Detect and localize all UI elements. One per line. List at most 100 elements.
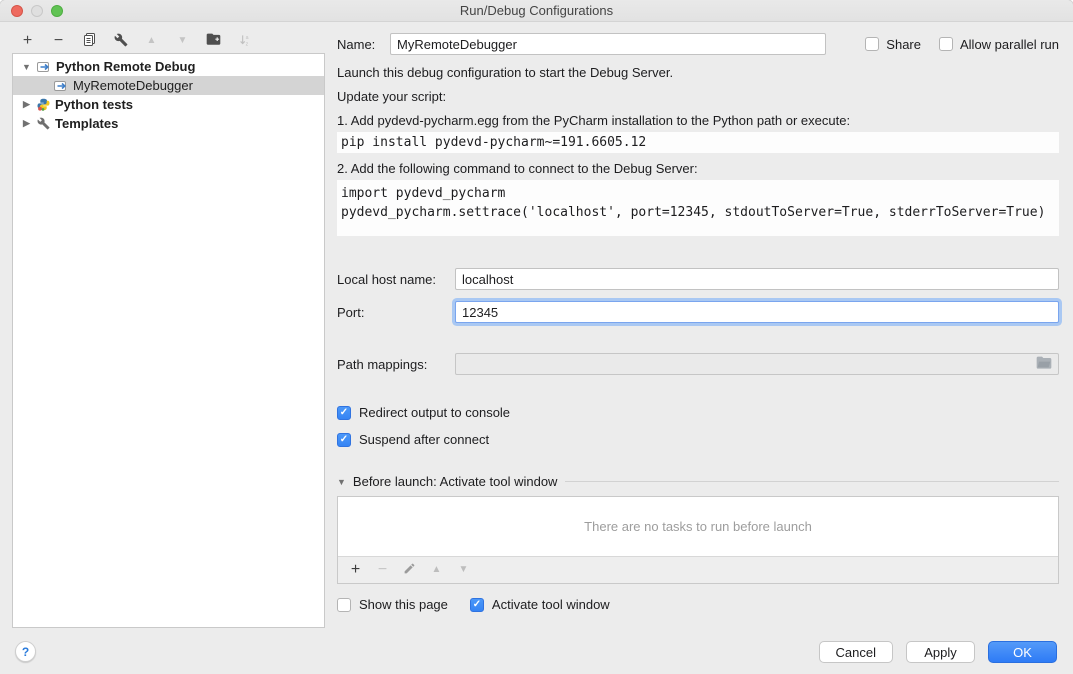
configurations-tree: ▼ Python Remote Debug MyRemoteDebugger ▶… xyxy=(12,53,325,628)
chevron-down-icon[interactable]: ▼ xyxy=(337,477,346,487)
chevron-right-icon[interactable]: ▶ xyxy=(21,118,32,129)
settrace-code-line-2: pydevd_pycharm.settrace('localhost', por… xyxy=(341,205,1045,220)
suspend-after-connect-label: Suspend after connect xyxy=(359,432,489,447)
sidebar-toolbar: + − ▲ ▼ az xyxy=(12,30,325,52)
path-mappings-label: Path mappings: xyxy=(337,357,455,372)
arrow-down-icon: ▼ xyxy=(178,36,188,46)
tree-item-label: Python tests xyxy=(55,97,133,112)
svg-text:z: z xyxy=(245,41,248,47)
suspend-after-connect-checkbox-group[interactable]: Suspend after connect xyxy=(337,432,1059,447)
python-tests-icon xyxy=(37,98,50,111)
before-launch-tasks-panel: There are no tasks to run before launch … xyxy=(337,496,1059,584)
local-host-label: Local host name: xyxy=(337,272,455,287)
arrow-up-icon: ▲ xyxy=(147,36,157,46)
suspend-after-connect-checkbox[interactable] xyxy=(337,433,351,447)
zoom-window-button[interactable] xyxy=(51,5,63,17)
arrow-down-icon: ▼ xyxy=(459,565,469,575)
pip-install-code: pip install pydevd-pycharm~=191.6605.12 xyxy=(337,132,1059,153)
run-debug-configurations-dialog: Run/Debug Configurations + − ▲ ▼ az ▼ Py… xyxy=(0,0,1073,674)
add-configuration-button[interactable]: + xyxy=(12,30,43,52)
tasks-toolbar: + − ▲ ▼ xyxy=(338,557,1058,583)
minus-icon: − xyxy=(378,562,387,578)
settrace-code-block: import pydevd_pycharm pydevd_pycharm.set… xyxy=(337,180,1059,236)
path-mappings-row: Path mappings: xyxy=(337,353,1059,375)
allow-parallel-run-label: Allow parallel run xyxy=(960,37,1059,52)
ok-button[interactable]: OK xyxy=(988,641,1057,663)
tree-item-myremotedebugger[interactable]: MyRemoteDebugger xyxy=(13,76,324,95)
question-mark-icon: ? xyxy=(22,645,29,659)
path-mappings-input[interactable] xyxy=(455,353,1059,375)
instruction-step-1: 1. Add pydevd-pycharm.egg from the PyCha… xyxy=(337,113,1059,129)
chevron-down-icon[interactable]: ▼ xyxy=(21,62,32,72)
remove-configuration-button[interactable]: − xyxy=(43,30,74,52)
copy-icon xyxy=(83,33,96,50)
share-label: Share xyxy=(886,37,921,52)
browse-path-mappings-button[interactable] xyxy=(1036,356,1052,373)
page-options-row: Show this page Activate tool window xyxy=(337,597,1059,612)
share-checkbox-group[interactable]: Share xyxy=(865,37,921,52)
plus-icon: + xyxy=(23,33,32,49)
share-checkbox[interactable] xyxy=(865,37,879,51)
dialog-footer: ? Cancel Apply OK xyxy=(0,630,1073,674)
configuration-editor: Name: Share Allow parallel run Launch th… xyxy=(337,33,1059,612)
divider xyxy=(565,481,1059,482)
local-host-row: Local host name: xyxy=(337,268,1059,290)
sort-az-icon: az xyxy=(238,33,252,50)
edit-templates-button[interactable] xyxy=(105,30,136,52)
instruction-line-1: Launch this debug configuration to start… xyxy=(337,65,1059,81)
redirect-output-checkbox-group[interactable]: Redirect output to console xyxy=(337,405,1059,420)
activate-tool-window-checkbox[interactable] xyxy=(470,598,484,612)
plus-icon: + xyxy=(351,562,360,578)
action-buttons: Cancel Apply OK xyxy=(819,641,1057,663)
titlebar[interactable]: Run/Debug Configurations xyxy=(0,0,1073,22)
add-task-button[interactable]: + xyxy=(342,558,369,582)
move-task-down-button[interactable]: ▼ xyxy=(450,558,477,582)
chevron-right-icon[interactable]: ▶ xyxy=(21,99,32,110)
copy-configuration-button[interactable] xyxy=(74,30,105,52)
allow-parallel-run-checkbox-group[interactable]: Allow parallel run xyxy=(939,37,1059,52)
remove-task-button[interactable]: − xyxy=(369,558,396,582)
close-window-button[interactable] xyxy=(11,5,23,17)
name-input[interactable] xyxy=(390,33,826,55)
wrench-icon xyxy=(37,117,50,130)
sort-configurations-button[interactable]: az xyxy=(229,30,260,52)
minimize-window-button[interactable] xyxy=(31,5,43,17)
edit-task-button[interactable] xyxy=(396,558,423,582)
before-launch-title: Before launch: Activate tool window xyxy=(353,474,558,489)
apply-button[interactable]: Apply xyxy=(906,641,975,663)
settrace-code-line-1: import pydevd_pycharm xyxy=(341,186,505,201)
port-input[interactable] xyxy=(455,301,1059,323)
tree-item-label: MyRemoteDebugger xyxy=(73,78,193,93)
wrench-icon xyxy=(114,33,128,50)
port-label: Port: xyxy=(337,305,455,320)
help-button[interactable]: ? xyxy=(15,641,36,662)
port-row: Port: xyxy=(337,301,1059,323)
name-label: Name: xyxy=(337,37,390,52)
move-task-up-button[interactable]: ▲ xyxy=(423,558,450,582)
pencil-icon xyxy=(403,562,416,578)
create-new-folder-button[interactable] xyxy=(198,30,229,52)
allow-parallel-run-checkbox[interactable] xyxy=(939,37,953,51)
redirect-output-checkbox[interactable] xyxy=(337,406,351,420)
minus-icon: − xyxy=(54,33,63,49)
before-launch-header[interactable]: ▼ Before launch: Activate tool window xyxy=(337,474,1059,489)
tree-item-label: Templates xyxy=(55,116,118,131)
move-down-button[interactable]: ▼ xyxy=(167,30,198,52)
cancel-button[interactable]: Cancel xyxy=(819,641,893,663)
tasks-empty-message: There are no tasks to run before launch xyxy=(338,497,1058,557)
move-up-button[interactable]: ▲ xyxy=(136,30,167,52)
redirect-output-label: Redirect output to console xyxy=(359,405,510,420)
svg-text:a: a xyxy=(245,34,248,40)
tree-item-python-tests[interactable]: ▶ Python tests xyxy=(13,95,324,114)
tree-item-templates[interactable]: ▶ Templates xyxy=(13,114,324,133)
instruction-line-2: Update your script: xyxy=(337,89,1059,105)
show-this-page-label: Show this page xyxy=(359,597,448,612)
traffic-lights xyxy=(11,5,63,17)
local-host-input[interactable] xyxy=(455,268,1059,290)
activate-tool-window-label: Activate tool window xyxy=(492,597,610,612)
instruction-step-2: 2. Add the following command to connect … xyxy=(337,161,1059,177)
window-title: Run/Debug Configurations xyxy=(460,3,613,18)
show-this-page-checkbox[interactable] xyxy=(337,598,351,612)
tree-item-label: Python Remote Debug xyxy=(56,59,195,74)
tree-item-python-remote-debug[interactable]: ▼ Python Remote Debug xyxy=(13,57,324,76)
